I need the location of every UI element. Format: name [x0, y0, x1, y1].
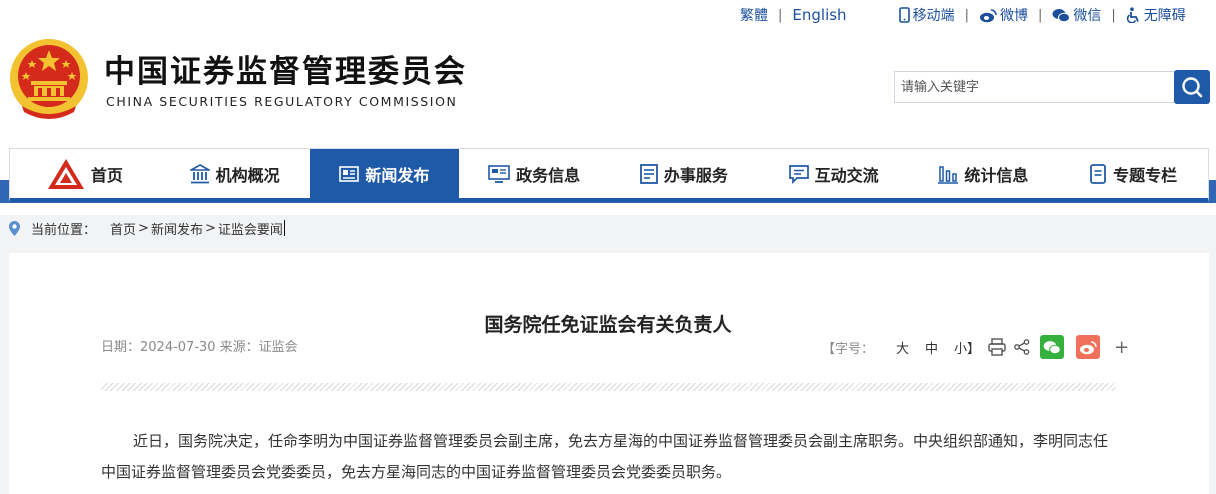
building-icon — [189, 164, 210, 184]
divider — [101, 383, 1116, 391]
nav-item-home[interactable]: 首页 — [10, 149, 160, 199]
separator: | — [778, 7, 783, 23]
nav-item-special-topics[interactable]: 专题专栏 — [1058, 149, 1208, 199]
print-icon — [988, 338, 1006, 356]
newspaper-icon — [339, 166, 360, 182]
mobile-phone-icon — [898, 7, 910, 23]
share-weibo-button[interactable] — [1076, 335, 1101, 359]
breadcrumb-news[interactable]: 新闻发布 — [151, 219, 203, 238]
font-size-medium[interactable]: 中 — [925, 338, 938, 357]
bar-chart-icon — [938, 166, 959, 184]
wechat-link-label: 微信 — [1073, 8, 1102, 24]
nav-item-label: 机构概况 — [215, 166, 280, 185]
notebook-icon — [1090, 164, 1107, 184]
nav-item-about[interactable]: 机构概况 — [160, 149, 310, 199]
breadcrumb: 当前位置： 首页 > 新闻发布 > 证监会要闻 — [8, 218, 285, 238]
breadcrumb-label: 当前位置： — [31, 222, 97, 238]
share-wechat-button[interactable] — [1040, 335, 1065, 359]
weibo-link[interactable]: 微博 — [979, 5, 1028, 25]
wechat-link[interactable]: 微信 — [1052, 5, 1101, 25]
accessibility-icon — [1126, 7, 1139, 23]
traditional-chinese-link[interactable]: 繁體 — [740, 5, 768, 25]
search-button[interactable] — [1174, 70, 1210, 104]
national-emblem-logo[interactable] — [8, 36, 90, 122]
csrc-logo-icon — [47, 159, 84, 189]
nav-item-label: 统计信息 — [964, 166, 1029, 185]
monitor-icon — [488, 165, 510, 183]
print-button[interactable] — [988, 338, 1006, 356]
nav-item-label: 政务信息 — [516, 166, 581, 185]
share-button[interactable] — [1014, 339, 1030, 355]
nav-item-label: 办事服务 — [663, 166, 728, 185]
wechat-icon — [1052, 8, 1071, 22]
more-share-button[interactable]: + — [1114, 337, 1129, 358]
nav-item-label: 互动交流 — [814, 166, 879, 185]
article-body: 近日，国务院决定，任命李明为中国证券监督管理委员会副主席，免去方星海的中国证券监… — [101, 432, 1109, 481]
nav-item-government-info[interactable]: 政务信息 — [459, 149, 609, 199]
nav-item-label: 专题专栏 — [1113, 166, 1178, 185]
breadcrumb-separator: > — [204, 220, 216, 236]
accessibility-link-label: 无障碍 — [1143, 8, 1186, 24]
breadcrumb-separator: > — [138, 220, 149, 236]
separator: | — [964, 7, 969, 23]
weibo-link-label: 微博 — [999, 8, 1028, 24]
separator: | — [1111, 7, 1116, 23]
nav-item-label: 首页 — [90, 166, 123, 185]
top-links: 繁體 | English 移动端 | 微博 | 微信 | 无障碍 — [740, 5, 1186, 25]
share-icon — [1014, 339, 1030, 355]
site-title-en: CHINA SECURITIES REGULATORY COMMISSION — [106, 94, 458, 109]
location-pin-icon — [9, 220, 20, 236]
mobile-link-label: 移动端 — [912, 8, 955, 24]
text-cursor — [283, 220, 285, 236]
nav-item-statistics[interactable]: 统计信息 — [909, 149, 1059, 199]
weibo-icon — [1080, 340, 1097, 354]
article-title: 国务院任免证监会有关负责人 — [484, 314, 732, 336]
font-size-label: 【字号： — [822, 341, 875, 357]
font-size-small[interactable]: 小】 — [954, 338, 980, 357]
article-tools: 【字号： 大 中 小】 + — [822, 334, 1129, 360]
nav-item-news[interactable]: 新闻发布 — [309, 149, 460, 199]
chat-icon — [788, 164, 809, 184]
search-input[interactable] — [894, 71, 1176, 103]
accessibility-link[interactable]: 无障碍 — [1126, 5, 1186, 25]
wechat-icon — [1043, 340, 1061, 354]
search-icon — [1182, 77, 1203, 98]
breadcrumb-home[interactable]: 首页 — [110, 219, 136, 238]
article-meta: 日期：2024-07-30 来源：证监会 — [101, 340, 298, 355]
font-size-large[interactable]: 大 — [896, 338, 909, 357]
separator: | — [1037, 7, 1043, 23]
site-title-cn: 中国证券监督管理委员会 — [104, 54, 467, 90]
main-nav: 首页 机构概况 新闻发布 政务信息 办事服务 互动交流 统计信息 专题专栏 — [9, 148, 1209, 202]
breadcrumb-current[interactable]: 证监会要闻 — [218, 219, 283, 238]
weibo-icon — [979, 8, 997, 22]
mobile-link[interactable]: 移动端 — [898, 5, 955, 25]
nav-item-interaction[interactable]: 互动交流 — [759, 149, 909, 199]
english-link[interactable]: English — [792, 6, 846, 24]
nav-item-label: 新闻发布 — [365, 166, 430, 185]
nav-item-services[interactable]: 办事服务 — [609, 149, 759, 199]
document-list-icon — [639, 164, 658, 184]
